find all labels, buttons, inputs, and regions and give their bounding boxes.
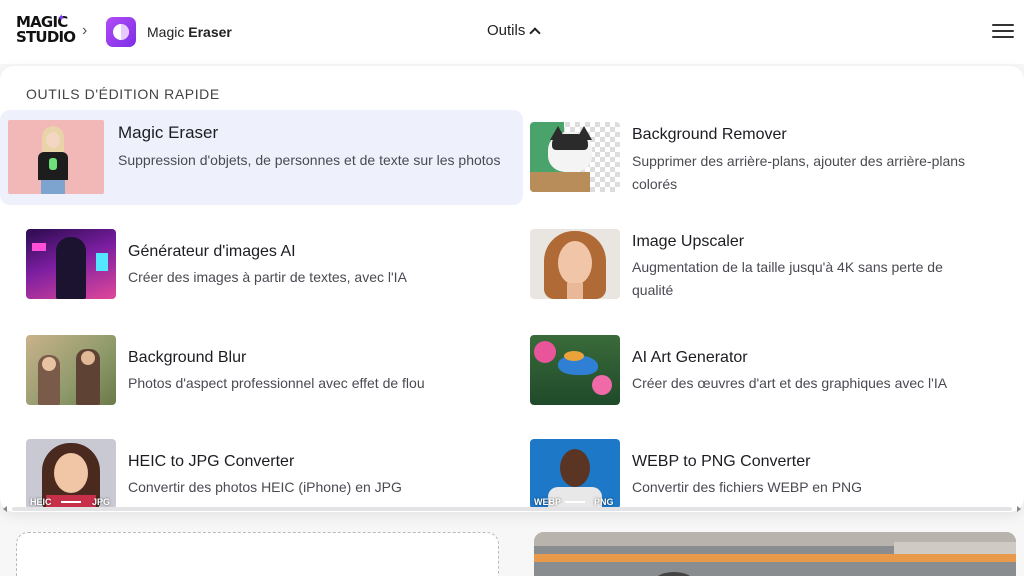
- tool-description: Augmentation de la taille jusqu'à 4K san…: [632, 259, 943, 298]
- tool-description: Créer des œuvres d'art et des graphiques…: [632, 375, 948, 391]
- background-blur-thumbnail: [26, 335, 116, 405]
- breadcrumb-separator: ›: [82, 22, 88, 39]
- tools-dropdown-button[interactable]: Outils: [487, 22, 542, 39]
- tool-background-remover[interactable]: Background Remover Supprimer des arrière…: [520, 116, 1000, 196]
- tool-background-blur[interactable]: Background Blur Photos d'aspect professi…: [0, 330, 520, 410]
- upload-dropzone[interactable]: [16, 532, 499, 576]
- tool-title: HEIC to JPG Converter: [128, 453, 295, 470]
- top-header: MAGIC STUDIO ✦ › Magic Eraser Outils: [0, 0, 1024, 64]
- heic-converter-thumbnail: HEIC JPG: [26, 439, 116, 509]
- tools-dropdown-panel: OUTILS D'ÉDITION RAPIDE Magic Eraser Sup…: [0, 66, 1024, 512]
- magic-eraser-thumbnail: [8, 120, 104, 194]
- ai-art-thumbnail: [530, 335, 620, 405]
- tool-title: Background Remover: [632, 126, 787, 143]
- arrow-right-icon: [61, 501, 81, 503]
- scroll-left-icon[interactable]: [3, 506, 7, 512]
- tool-description: Convertir des photos HEIC (iPhone) en JP…: [128, 479, 402, 495]
- tool-description: Photos d'aspect professionnel avec effet…: [128, 375, 425, 391]
- tool-title: AI Art Generator: [632, 349, 748, 366]
- tool-description: Convertir des fichiers WEBP en PNG: [632, 479, 863, 495]
- tool-image-upscaler[interactable]: Image Upscaler Augmentation de la taille…: [520, 224, 1000, 304]
- magic-eraser-app-icon[interactable]: [106, 17, 136, 47]
- app-name[interactable]: Magic Eraser: [147, 24, 232, 40]
- arrow-right-icon: [565, 501, 585, 503]
- logo-line-2: STUDIO: [16, 28, 76, 46]
- horizontal-scrollbar[interactable]: [0, 504, 1024, 514]
- chevron-up-icon: [529, 26, 542, 39]
- tool-description: Supprimer des arrière-plans, ajouter des…: [632, 153, 966, 192]
- background-remover-thumbnail: [530, 122, 620, 192]
- tool-webp-to-png[interactable]: WEBP PNG WEBP to PNG Converter Convertir…: [520, 434, 1000, 512]
- tool-title: Magic Eraser: [118, 123, 219, 142]
- tool-heic-to-jpg[interactable]: HEIC JPG HEIC to JPG Converter Convertir…: [0, 434, 520, 512]
- tool-ai-image-generator[interactable]: Générateur d'images AI Créer des images …: [0, 224, 520, 304]
- tool-title: WEBP to PNG Converter: [632, 453, 811, 470]
- app-name-bold: Eraser: [188, 24, 232, 40]
- image-upscaler-thumbnail: [530, 229, 620, 299]
- tool-description: Suppression d'objets, de personnes et de…: [118, 152, 501, 168]
- tool-magic-eraser[interactable]: Magic Eraser Suppression d'objets, de pe…: [0, 110, 523, 205]
- tool-title: Générateur d'images AI: [128, 243, 296, 260]
- example-preview-image: [534, 532, 1016, 576]
- scroll-track[interactable]: [12, 507, 1012, 511]
- tools-label: Outils: [487, 22, 526, 39]
- scroll-right-icon[interactable]: [1017, 506, 1021, 512]
- tool-description: Créer des images à partir de textes, ave…: [128, 269, 407, 285]
- magic-studio-logo[interactable]: MAGIC STUDIO ✦: [16, 13, 76, 51]
- sparkle-icon: ✦: [57, 13, 66, 24]
- tool-title: Image Upscaler: [632, 233, 745, 250]
- tool-ai-art-generator[interactable]: AI Art Generator Créer des œuvres d'art …: [520, 330, 1000, 410]
- image-generator-thumbnail: [26, 229, 116, 299]
- app-name-prefix: Magic: [147, 24, 185, 40]
- tool-title: Background Blur: [128, 349, 247, 366]
- hamburger-menu-icon[interactable]: [992, 24, 1014, 40]
- section-title: OUTILS D'ÉDITION RAPIDE: [26, 86, 220, 102]
- webp-converter-thumbnail: WEBP PNG: [530, 439, 620, 509]
